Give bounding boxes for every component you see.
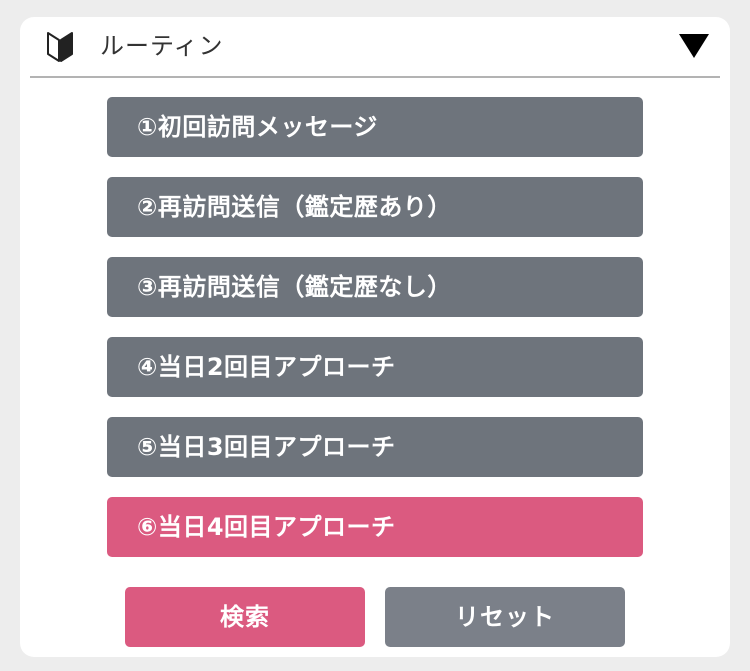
routine-button-5[interactable]: ⑤当日3回目アプローチ — [107, 417, 643, 477]
beginner-mark-icon — [45, 31, 75, 63]
routine-button-3[interactable]: ③再訪問送信（鑑定歴なし） — [107, 257, 643, 317]
action-bar: 検索 リセット — [20, 587, 730, 647]
routine-button-4[interactable]: ④当日2回目アプローチ — [107, 337, 643, 397]
reset-button[interactable]: リセット — [385, 587, 625, 647]
triangle-down-icon[interactable] — [678, 33, 710, 59]
search-button[interactable]: 検索 — [125, 587, 365, 647]
routine-list: ①初回訪問メッセージ ②再訪問送信（鑑定歴あり） ③再訪問送信（鑑定歴なし） ④… — [107, 97, 643, 577]
routine-button-6[interactable]: ⑥当日4回目アプローチ — [107, 497, 643, 557]
routine-header[interactable]: ルーティン — [30, 17, 720, 78]
routine-button-2[interactable]: ②再訪問送信（鑑定歴あり） — [107, 177, 643, 237]
header-title: ルーティン — [100, 32, 224, 60]
routine-button-1[interactable]: ①初回訪問メッセージ — [107, 97, 643, 157]
routine-panel: ルーティン ①初回訪問メッセージ ②再訪問送信（鑑定歴あり） ③再訪問送信（鑑定… — [20, 17, 730, 657]
